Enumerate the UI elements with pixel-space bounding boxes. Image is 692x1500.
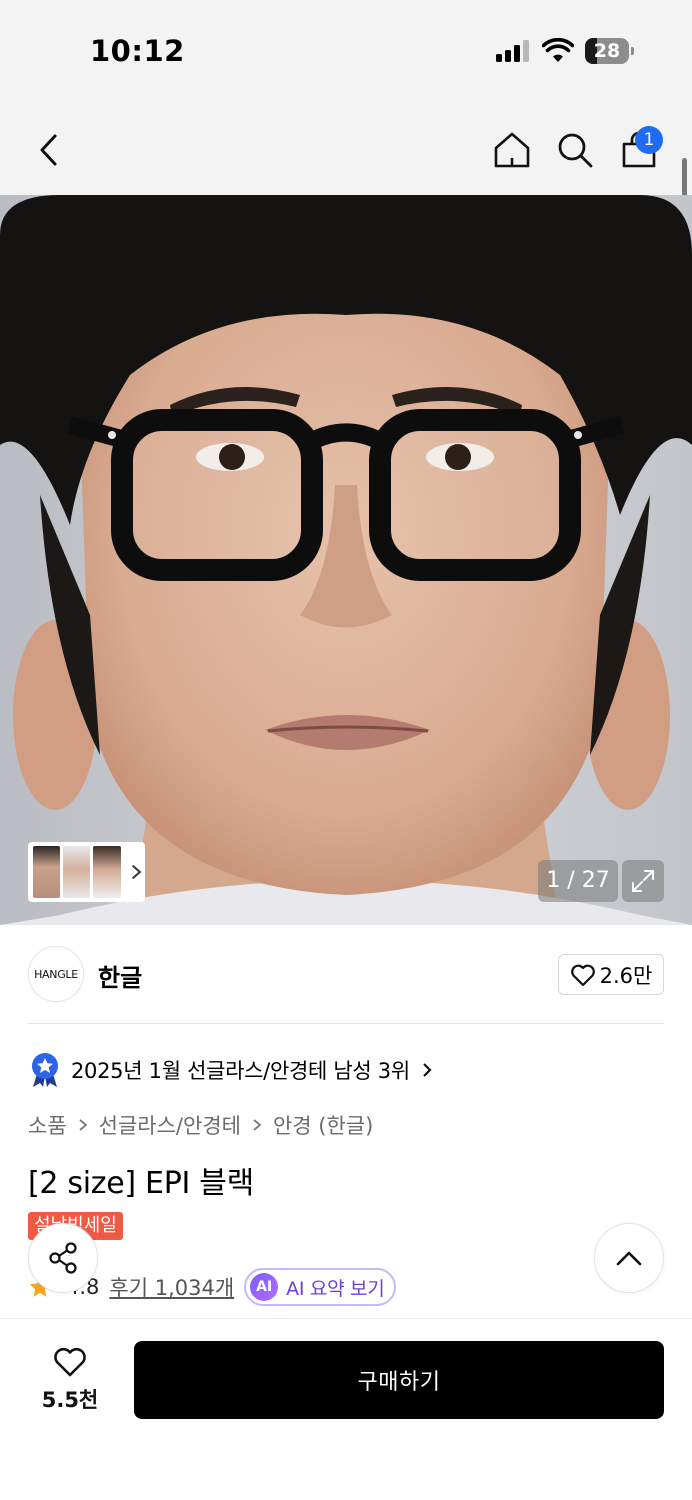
buy-button[interactable]: 구매하기 xyxy=(134,1341,664,1419)
image-page-counter: 1 / 27 xyxy=(538,860,618,902)
status-time: 10:12 xyxy=(90,34,185,68)
thumbnail-1[interactable] xyxy=(33,846,61,898)
back-chevron-icon xyxy=(40,134,57,166)
breadcrumb-item[interactable]: 안경 (한글) xyxy=(273,1110,373,1140)
scroll-to-top-button[interactable] xyxy=(594,1223,664,1293)
app-header xyxy=(0,100,692,195)
product-model-photo xyxy=(0,195,692,925)
chevron-right-icon xyxy=(131,864,141,880)
divider xyxy=(28,1023,664,1024)
home-button[interactable] xyxy=(487,122,537,178)
battery-level: 28 xyxy=(593,40,621,62)
product-image-gallery[interactable]: 1 / 27 xyxy=(0,195,692,925)
brand-logo[interactable]: HANGLE xyxy=(28,946,84,1002)
breadcrumb-item[interactable]: 선글라스/안경테 xyxy=(99,1110,241,1140)
category-breadcrumb: 소품 선글라스/안경테 안경 (한글) xyxy=(28,1110,373,1140)
search-icon xyxy=(558,133,593,168)
product-title: [2 size] EPI 블랙 xyxy=(28,1166,254,1201)
cellular-signal-icon xyxy=(496,40,530,62)
review-count-link[interactable]: 후기 1,034개 xyxy=(109,1272,234,1302)
thumbnail-2[interactable] xyxy=(63,846,91,898)
search-button[interactable] xyxy=(550,122,600,178)
back-button[interactable] xyxy=(24,122,74,178)
chevron-right-icon xyxy=(79,1119,88,1131)
wifi-icon xyxy=(542,38,574,62)
battery-icon: 28 xyxy=(585,38,634,64)
chevron-right-icon xyxy=(253,1119,262,1131)
heart-icon xyxy=(570,964,595,986)
expand-icon xyxy=(632,870,654,892)
chevron-up-icon xyxy=(616,1251,642,1266)
wishlist-count: 5.5천 xyxy=(41,1388,99,1412)
chevron-right-icon xyxy=(423,1063,432,1077)
breadcrumb-item[interactable]: 소품 xyxy=(28,1110,67,1140)
status-bar: 10:12 28 xyxy=(0,0,692,100)
brand-like-button[interactable]: 2.6만 xyxy=(558,954,664,995)
ranking-medal-icon xyxy=(32,1053,58,1087)
expand-image-button[interactable] xyxy=(622,860,664,902)
cart-count-badge: 1 xyxy=(635,126,663,154)
heart-icon xyxy=(54,1347,86,1377)
ai-summary-label: AI 요약 보기 xyxy=(286,1277,385,1300)
ai-icon: AI xyxy=(250,1273,279,1301)
brand-name[interactable]: 한글 xyxy=(98,958,142,993)
ranking-link[interactable]: 2025년 1월 선글라스/안경테 남성 3위 xyxy=(28,1052,434,1088)
share-button[interactable] xyxy=(28,1223,98,1293)
share-icon xyxy=(49,1242,77,1274)
thumbnail-3[interactable] xyxy=(93,846,121,898)
home-icon xyxy=(494,132,530,168)
image-thumbnail-strip[interactable] xyxy=(28,842,145,902)
ranking-text: 2025년 1월 선글라스/안경테 남성 3위 xyxy=(71,1059,410,1083)
ai-summary-button[interactable]: AI AI 요약 보기 xyxy=(244,1268,397,1306)
wishlist-button[interactable]: 5.5천 xyxy=(28,1340,112,1420)
brand-like-count: 2.6만 xyxy=(599,963,653,988)
